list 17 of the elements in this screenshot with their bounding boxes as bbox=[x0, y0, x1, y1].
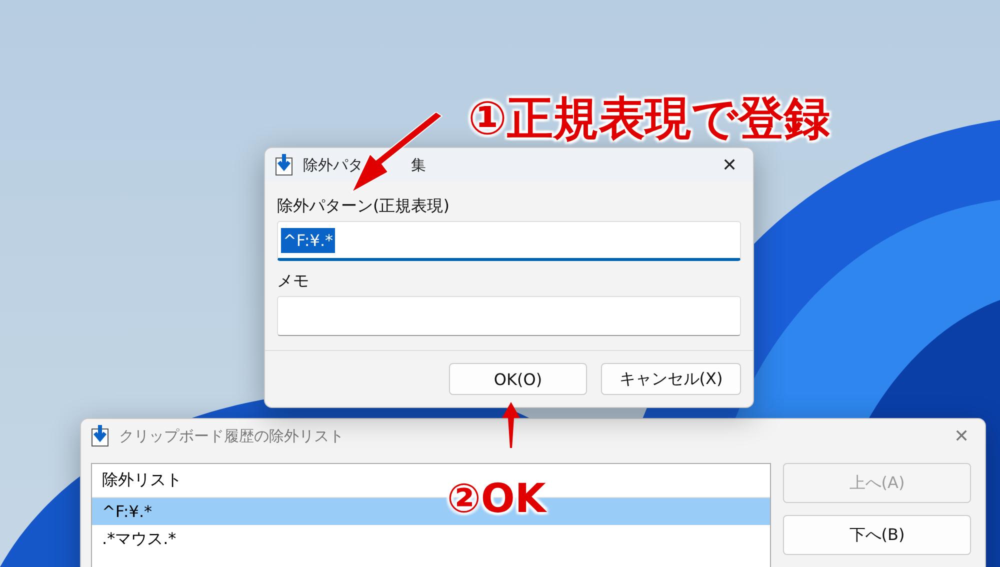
input-field[interactable]: ^F:¥.* bbox=[277, 221, 741, 261]
field-label: 除外パターン(正規表現) bbox=[277, 196, 450, 217]
window-title: 除外パタ bbox=[303, 156, 363, 174]
close-button[interactable]: ✕ bbox=[948, 425, 975, 447]
callout-text: ①正規表現で登録 bbox=[468, 90, 830, 147]
field-label: メモ bbox=[277, 271, 310, 292]
window-title: クリップボード履歴の除外リスト bbox=[119, 426, 344, 446]
window-title: 集 bbox=[411, 156, 426, 174]
up-arrow bbox=[502, 402, 520, 448]
field-value: ^F:¥.* bbox=[281, 228, 336, 252]
close-button[interactable]: ✕ bbox=[716, 154, 743, 176]
input-field[interactable] bbox=[277, 296, 741, 336]
download-arrow-icon bbox=[275, 154, 293, 176]
dialog-button[interactable]: キャンセル(X) bbox=[601, 363, 741, 395]
dialog-button[interactable]: OK(O) bbox=[449, 363, 587, 395]
move-button[interactable]: 下へ(B) bbox=[783, 515, 971, 555]
download-arrow-icon bbox=[91, 425, 109, 447]
